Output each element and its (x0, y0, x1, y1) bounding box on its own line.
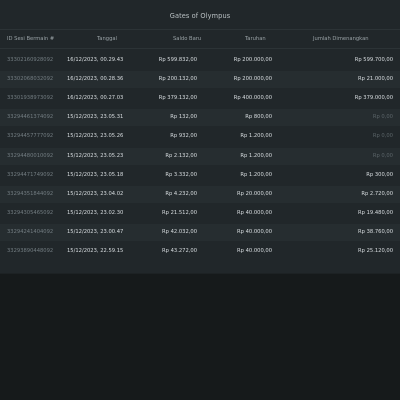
cell-session-id: 33294457777092 (7, 133, 54, 140)
table-row[interactable]: 33294461374092 15/12/2023, 23.05.31 Rp 132… (0, 109, 400, 127)
cell-win: Rp 0,00 (372, 133, 393, 140)
cell-bet: Rp 800,00 (245, 114, 272, 121)
cell-session-id: 33294461374092 (7, 114, 54, 121)
cell-session-id: 33302068032092 (7, 76, 54, 83)
cell-date: 15/12/2023, 23.05.31 (67, 114, 124, 121)
cell-win: Rp 379.000,00 (354, 95, 393, 102)
cell-bet: Rp 200.000,00 (233, 76, 272, 83)
cell-date: 16/12/2023, 00.27.03 (67, 95, 124, 102)
cell-session-id: 33294241404092 (7, 228, 54, 235)
cell-balance: Rp 42.032,00 (162, 228, 197, 235)
cell-bet: Rp 1.200,00 (240, 133, 272, 140)
cell-balance: Rp 21.512,00 (162, 209, 197, 216)
cell-date: 15/12/2023, 23.05.23 (67, 152, 124, 159)
cell-session-id: 33294305465092 (7, 209, 54, 216)
cell-session-id: 33294480010092 (7, 152, 54, 159)
column-header-id[interactable]: ID Sesi Bermain # (7, 36, 54, 42)
cell-session-id: 33302160928092 (7, 57, 54, 63)
cell-bet: Rp 20.000,00 (237, 190, 272, 197)
cell-win: Rp 300,00 (366, 171, 393, 178)
table-row[interactable]: 33302068032092 16/12/2023, 00.28.36 Rp 200… (0, 71, 400, 89)
cell-balance: Rp 132,00 (170, 114, 197, 121)
table-row[interactable]: 33294457777092 15/12/2023, 23.05.26 Rp 932… (0, 128, 400, 145)
cell-balance: Rp 932,00 (170, 133, 197, 140)
cell-balance: Rp 599.832,00 (158, 57, 197, 63)
cell-date: 15/12/2023, 23.05.26 (67, 133, 124, 140)
cell-session-id: 33301938973092 (7, 95, 54, 102)
table-row[interactable]: 33294480010092 15/12/2023, 23.05.23 Rp 2.1… (0, 147, 400, 165)
table-row[interactable]: 33294351844092 15/12/2023, 23.04.02 Rp 4.2… (0, 185, 400, 203)
cell-win: Rp 599.700,00 (354, 57, 393, 63)
cell-win: Rp 2.720,00 (361, 190, 393, 197)
panel-bottom-edge (0, 273, 400, 274)
cell-win: Rp 0,00 (372, 152, 393, 159)
header-divider (0, 48, 400, 49)
cell-win: Rp 21.000,00 (358, 76, 393, 83)
table-row[interactable]: 33294305465092 15/12/2023, 23.02.30 Rp 21.… (0, 205, 400, 222)
cell-bet: Rp 40.000,00 (237, 228, 272, 235)
cell-date: 16/12/2023, 00.29.43 (67, 57, 124, 63)
cell-win: Rp 38.760,00 (358, 228, 393, 235)
cell-date: 16/12/2023, 00.28.36 (67, 76, 124, 83)
cell-session-id: 33294471749092 (7, 171, 54, 178)
cell-session-id: 33293890448092 (7, 248, 54, 254)
cell-bet: Rp 1.200,00 (240, 171, 272, 178)
cell-balance: Rp 4.232,00 (165, 190, 197, 197)
column-header-win[interactable]: Jumlah Dimenangkan (313, 36, 369, 42)
cell-session-id: 33294351844092 (7, 190, 54, 197)
table-row[interactable]: 33294241404092 15/12/2023, 23.00.47 Rp 42.… (0, 223, 400, 241)
cell-balance: Rp 200.132,00 (158, 76, 197, 83)
table-row[interactable]: 33302160928092 16/12/2023, 00.29.43 Rp 599… (0, 52, 400, 69)
cell-balance: Rp 43.272,00 (162, 248, 197, 254)
column-header-date[interactable]: Tanggal (97, 36, 117, 42)
column-header-bet[interactable]: Taruhan (245, 36, 266, 42)
table-row[interactable]: 33294471749092 15/12/2023, 23.05.18 Rp 3.3… (0, 167, 400, 184)
table-row[interactable]: 33301938973092 16/12/2023, 00.27.03 Rp 379… (0, 90, 400, 107)
cell-date: 15/12/2023, 23.00.47 (67, 228, 124, 235)
window-title: Gates of Olympus (169, 12, 231, 20)
cell-bet: Rp 40.000,00 (237, 248, 272, 254)
column-header-balance[interactable]: Saldo Baru (173, 36, 201, 42)
cell-date: 15/12/2023, 23.02.30 (67, 209, 124, 216)
history-panel: Gates of Olympus ID Sesi Bermain # Tangg… (0, 0, 400, 273)
cell-balance: Rp 379.132,00 (158, 95, 197, 102)
table-row[interactable]: 33293890448092 15/12/2023, 22.59.15 Rp 43.… (0, 243, 400, 260)
cell-win: Rp 0,00 (372, 114, 393, 121)
cell-win: Rp 19.480,00 (358, 209, 393, 216)
cell-bet: Rp 400.000,00 (233, 95, 272, 102)
cell-win: Rp 25.120,00 (358, 248, 393, 254)
cell-date: 15/12/2023, 23.05.18 (67, 171, 124, 178)
cell-bet: Rp 40.000,00 (237, 209, 272, 216)
cell-date: 15/12/2023, 22.59.15 (67, 248, 124, 254)
title-divider (0, 29, 400, 30)
cell-balance: Rp 3.332,00 (165, 171, 197, 178)
cell-balance: Rp 2.132,00 (165, 152, 197, 159)
cell-bet: Rp 1.200,00 (240, 152, 272, 159)
cell-bet: Rp 200.000,00 (233, 57, 272, 63)
cell-date: 15/12/2023, 23.04.02 (67, 190, 124, 197)
